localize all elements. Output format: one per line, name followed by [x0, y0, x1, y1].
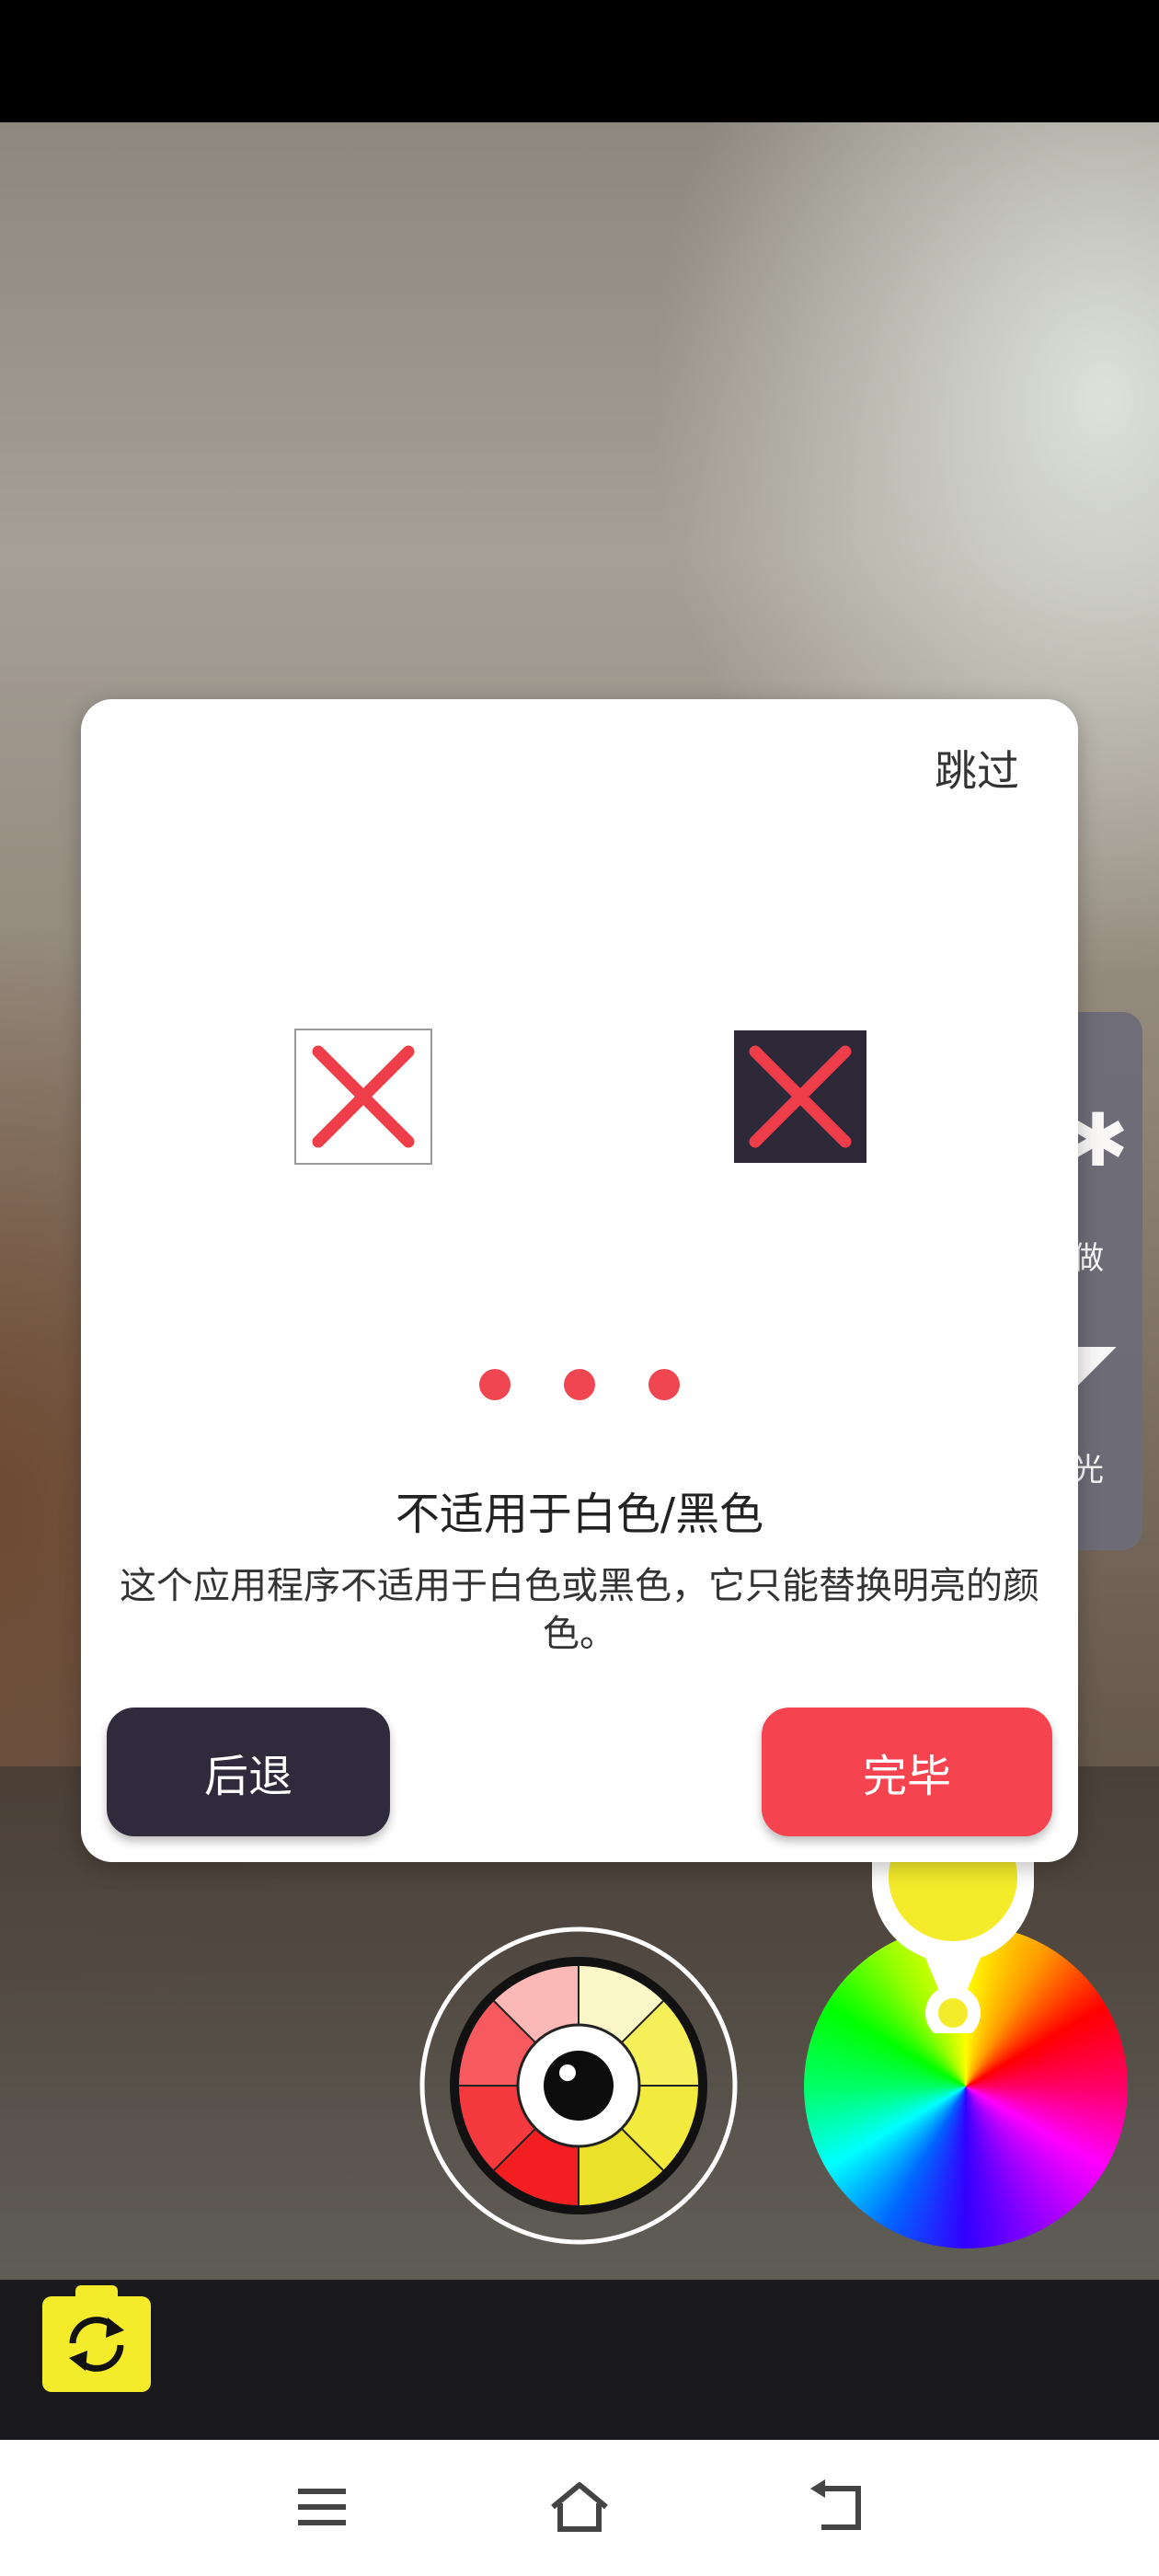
dialog-description: 这个应用程序不适用于白色或黑色，它只能替换明亮的颜色。 — [120, 1565, 1039, 1655]
nav-home-button[interactable] — [543, 2475, 616, 2539]
flip-camera-button[interactable] — [42, 2285, 151, 2392]
done-button[interactable]: 完毕 — [762, 1708, 1052, 1836]
skip-button[interactable]: 跳过 — [935, 738, 1019, 799]
status-bar — [0, 0, 1159, 122]
menu-icon — [298, 2489, 346, 2525]
back-icon — [810, 2479, 861, 2530]
page-dot-1[interactable] — [479, 1369, 511, 1400]
dialog-title: 不适用于白色/黑色 — [395, 1489, 764, 1540]
close-icon — [749, 1045, 852, 1148]
page-dot-3[interactable] — [648, 1369, 680, 1400]
black-sample — [734, 1030, 866, 1163]
nav-menu-button[interactable] — [285, 2475, 359, 2539]
close-icon — [312, 1045, 415, 1148]
nav-back-button[interactable] — [800, 2475, 874, 2539]
camera-flip-icon — [69, 2317, 124, 2372]
white-sample — [294, 1029, 432, 1165]
shutter-button[interactable] — [419, 1926, 738, 2245]
bottom-toolbar — [0, 2280, 1159, 2440]
color-picker-handle[interactable] — [871, 1812, 1035, 2041]
tutorial-dialog: 跳过 不适用于白色/黑色 这个应用程序不适用于白色或黑色，它只能替换明亮的颜色。… — [81, 699, 1078, 1862]
back-button[interactable]: 后退 — [107, 1708, 390, 1836]
page-indicator — [81, 1369, 1078, 1400]
home-icon — [551, 2482, 608, 2532]
page-dot-2[interactable] — [564, 1369, 595, 1400]
